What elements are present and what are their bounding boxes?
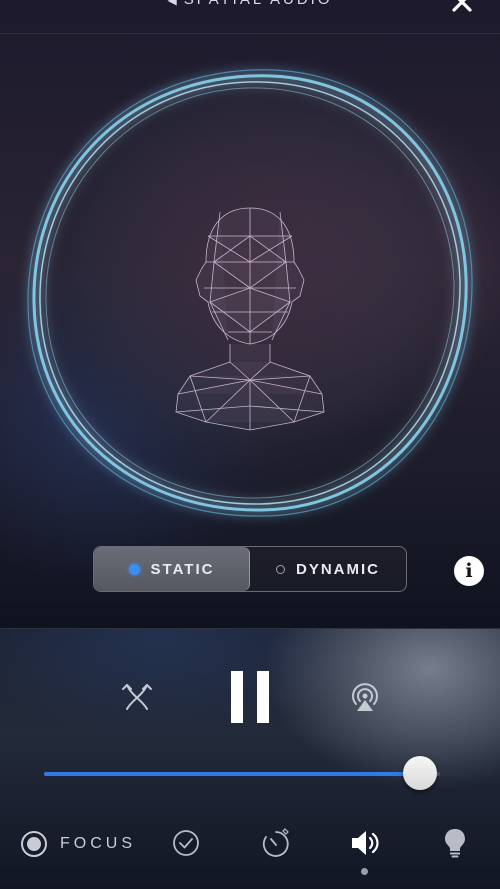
header-title: ◀ SPATIAL AUDIO (0, 0, 500, 8)
nav-item-timer[interactable] (258, 825, 294, 861)
mode-option-label: STATIC (150, 560, 215, 578)
nav-item-tips[interactable] (440, 826, 470, 860)
pause-button[interactable] (226, 670, 274, 724)
nav-item-spatial-audio[interactable] (348, 826, 382, 860)
spatial-audio-visualization (0, 40, 500, 540)
focus-icon (21, 831, 47, 857)
lightbulb-icon (445, 829, 465, 858)
shuffle-button[interactable] (118, 678, 156, 716)
airplay-icon (352, 683, 378, 711)
shuffle-icon (122, 684, 152, 710)
nav-item-focus[interactable]: FOCUS (20, 829, 136, 859)
pause-icon (231, 671, 269, 723)
airplay-button[interactable] (346, 678, 384, 716)
mode-selector: STATIC DYNAMIC (93, 546, 407, 592)
close-button[interactable] (450, 0, 474, 16)
header-title-text: SPATIAL AUDIO (184, 0, 333, 8)
info-icon: i (465, 560, 473, 582)
active-indicator-dot (361, 868, 368, 875)
speaker-icon (352, 831, 379, 855)
volume-slider-fill (44, 772, 421, 776)
check-icon (173, 830, 199, 856)
info-button[interactable]: i (454, 556, 484, 586)
nav-focus-label: FOCUS (60, 835, 136, 852)
volume-slider-thumb[interactable] (403, 756, 438, 790)
timer-icon (262, 828, 289, 857)
mode-option-static[interactable]: STATIC (94, 547, 250, 591)
mode-option-label: DYNAMIC (296, 560, 380, 578)
radio-selected-icon (128, 563, 140, 575)
radio-unselected-icon (276, 564, 285, 574)
nav-item-check[interactable] (170, 827, 202, 859)
sound-orb (27, 69, 473, 517)
volume-slider[interactable] (44, 772, 440, 776)
speaker-small-icon: ◀ (167, 0, 180, 7)
header-bar: ◀ SPATIAL AUDIO (0, 0, 500, 34)
close-icon (452, 0, 472, 12)
mode-option-dynamic[interactable]: DYNAMIC (250, 547, 406, 591)
